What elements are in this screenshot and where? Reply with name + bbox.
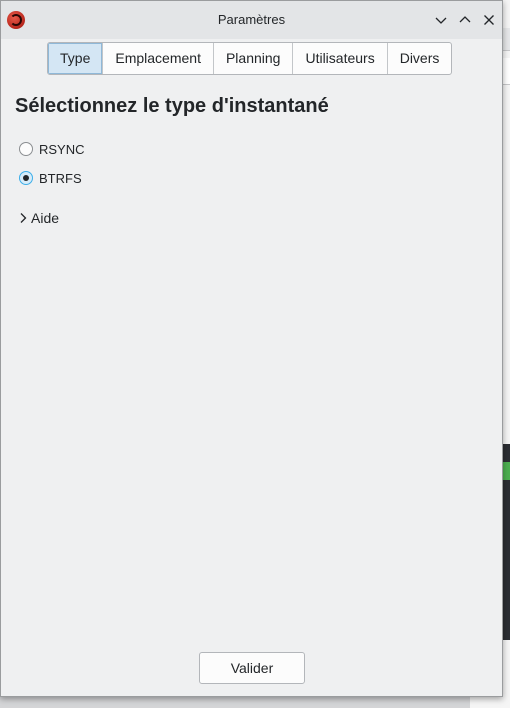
radio-option-btrfs[interactable]: BTRFS xyxy=(19,169,82,187)
tab-bar: Type Emplacement Planning Utilisateurs D… xyxy=(47,42,453,75)
close-icon[interactable] xyxy=(480,11,498,29)
settings-window: Paramètres Type Emplacement Planning Uti… xyxy=(0,0,503,697)
radio-label-btrfs: BTRFS xyxy=(39,170,82,186)
maximize-icon[interactable] xyxy=(456,11,474,29)
tab-planning[interactable]: Planning xyxy=(214,43,294,74)
tab-type[interactable]: Type xyxy=(48,43,104,74)
radio-button-btrfs[interactable] xyxy=(19,171,33,185)
radio-option-rsync[interactable]: RSYNC xyxy=(19,140,85,158)
page-title: Sélectionnez le type d'instantané xyxy=(15,95,329,117)
tab-emplacement[interactable]: Emplacement xyxy=(103,43,214,74)
radio-button-rsync[interactable] xyxy=(19,142,33,156)
tab-utilisateurs[interactable]: Utilisateurs xyxy=(293,43,388,74)
help-expander[interactable]: Aide xyxy=(17,209,59,227)
validate-button[interactable]: Valider xyxy=(199,652,305,684)
tab-divers[interactable]: Divers xyxy=(388,43,452,74)
window-title: Paramètres xyxy=(217,12,286,27)
radio-label-rsync: RSYNC xyxy=(39,141,85,157)
title-bar[interactable]: Paramètres xyxy=(1,1,502,39)
chevron-right-icon xyxy=(20,213,27,223)
help-label: Aide xyxy=(31,210,60,226)
minimize-icon[interactable] xyxy=(432,11,450,29)
